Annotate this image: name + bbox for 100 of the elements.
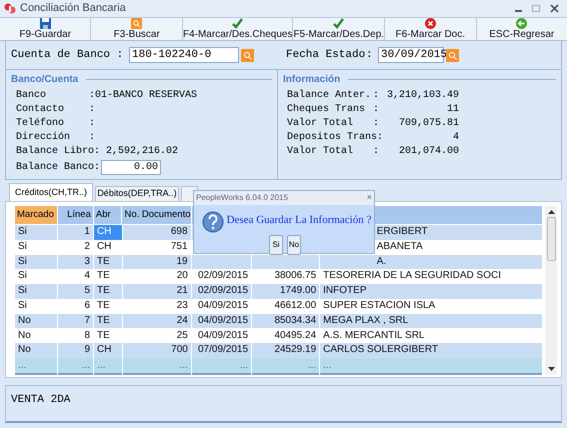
table-cell: CH xyxy=(94,343,122,358)
table-cell: 21 xyxy=(122,284,191,299)
scroll-up-icon[interactable] xyxy=(548,210,554,214)
field-value: 3,210,103.49 xyxy=(386,88,459,102)
field-label: Balance Banco: xyxy=(16,161,102,174)
table-cell: 9 xyxy=(58,343,94,358)
toolbar-button[interactable]: F3-Buscar xyxy=(91,18,183,40)
footer-cell: ... xyxy=(192,358,252,376)
table-cell: 24529.19 xyxy=(252,343,320,358)
column-header: Marcado xyxy=(15,206,58,224)
colon-text: : xyxy=(366,48,374,63)
field-value: 2,592,216.02 xyxy=(105,144,178,158)
close-icon[interactable] xyxy=(550,4,559,13)
notes-field[interactable]: VENTA 2DA xyxy=(5,385,562,423)
footer-cell: ... xyxy=(15,358,58,376)
table-cell: A. xyxy=(320,254,542,270)
field-label: Contacto xyxy=(16,102,66,116)
colon-text: : xyxy=(373,102,380,116)
field-label: Cheques Trans xyxy=(287,102,366,116)
field-value: 709,075.81 xyxy=(398,116,459,130)
scroll-down-icon[interactable] xyxy=(548,367,554,371)
question-icon xyxy=(202,210,224,232)
table-cell: CH xyxy=(94,225,122,240)
column-header: Línea xyxy=(58,206,93,224)
table-cell: MEGA PLAX , SRL xyxy=(320,314,542,328)
field-label: Fecha Estado xyxy=(286,48,366,63)
table-cell: No xyxy=(15,343,58,358)
dialog-button[interactable]: No xyxy=(287,235,301,255)
table-cell: 19 xyxy=(122,254,191,270)
field-label: Balance Anter. xyxy=(287,88,372,102)
toolbar-button[interactable]: ESC-Regresar xyxy=(476,18,567,40)
table-cell: No xyxy=(15,314,58,328)
footer-cell: ... xyxy=(94,358,122,376)
footer-cell: ... xyxy=(58,358,94,376)
checkmark-icon xyxy=(333,18,344,29)
table-cell: 698 xyxy=(122,225,191,240)
table-cell: INFOTEP xyxy=(320,284,542,299)
field-label: Banco xyxy=(16,88,48,102)
dialog-button[interactable]: Si xyxy=(269,235,283,255)
table-cell: Si xyxy=(15,284,58,299)
field-value: : xyxy=(88,116,96,130)
footer-cell: ... xyxy=(320,358,542,376)
toolbar-button[interactable]: F6-Marcar Doc. xyxy=(385,18,477,40)
app-icon xyxy=(4,2,16,14)
field-value: : xyxy=(88,130,96,144)
colon-text: : xyxy=(373,116,380,130)
back-arrow-icon xyxy=(516,18,528,29)
field-label: Dirección xyxy=(16,130,72,144)
cancel-icon xyxy=(424,18,436,29)
table-cell: 02/09/2015 xyxy=(192,284,252,299)
table-cell: 7 xyxy=(58,314,94,328)
search-icon xyxy=(131,18,142,29)
scrollbar-thumb[interactable] xyxy=(546,217,556,261)
field-value: : xyxy=(88,102,96,116)
dialog-message: Desea Guardar La Información ? xyxy=(226,212,372,228)
table-cell: TE xyxy=(94,314,122,328)
table-cell: 1 xyxy=(58,225,93,240)
maximize-icon[interactable] xyxy=(532,5,540,12)
table-cell: 85034.34 xyxy=(252,314,320,328)
table-cell: 07/09/2015 xyxy=(192,343,252,358)
group-title: Información xyxy=(283,72,340,86)
table-cell: Si xyxy=(15,254,58,270)
tab[interactable]: Créditos(CH,TR..) xyxy=(9,183,93,201)
field-value: 11 xyxy=(446,102,459,116)
colon-text: : xyxy=(373,88,380,102)
group-title: Banco/Cuenta xyxy=(11,72,78,86)
table-cell: 5 xyxy=(58,284,94,299)
toolbar-button[interactable]: F9-Guardar xyxy=(0,18,92,40)
table-cell: 3 xyxy=(58,254,93,270)
footer-cell: ... xyxy=(252,358,320,376)
account-field[interactable]: 180-102240-0 xyxy=(129,47,239,63)
search-icon[interactable] xyxy=(446,48,459,62)
field-value: 201,074.00 xyxy=(398,144,459,158)
table-cell: CARLOS SOLERGIBERT xyxy=(320,343,542,358)
table-cell: 700 xyxy=(122,343,191,358)
tab[interactable]: Débitos(DEP,TRA..) xyxy=(95,186,179,201)
table-cell: 1749.00 xyxy=(252,284,320,299)
toolbar-button[interactable]: F4-Marcar/Des.Cheques xyxy=(182,18,294,40)
dialog-title: PeopleWorks 6.04.0 2015 xyxy=(196,192,288,204)
field-label: Depositos Trans: xyxy=(287,130,384,144)
search-icon[interactable] xyxy=(241,48,254,62)
checkmark-icon xyxy=(232,18,244,29)
close-icon[interactable]: × xyxy=(366,191,372,204)
window-title: Conciliación Bancaria xyxy=(20,1,126,16)
footer-cell: ... xyxy=(122,358,191,376)
table-cell: TE xyxy=(94,254,122,270)
field-label: Valor Total xyxy=(287,116,354,130)
table-cell: TE xyxy=(94,284,122,299)
date-field[interactable]: 30/09/2015 xyxy=(378,47,444,63)
colon-text: : xyxy=(373,144,380,158)
table-cell: 24 xyxy=(122,314,191,328)
balance-field[interactable]: 0.00 xyxy=(101,160,162,175)
table-cell: Si xyxy=(15,225,58,240)
field-label: Balance Libro: xyxy=(16,144,102,158)
column-header: Abr xyxy=(94,206,122,224)
field-value: 4 xyxy=(452,130,459,144)
scrollbar[interactable] xyxy=(545,206,557,375)
table-cell: 04/09/2015 xyxy=(192,314,252,328)
field-label: Valor Total xyxy=(287,144,354,158)
toolbar-button[interactable]: F5-Marcar/Des.Dep. xyxy=(293,18,386,40)
